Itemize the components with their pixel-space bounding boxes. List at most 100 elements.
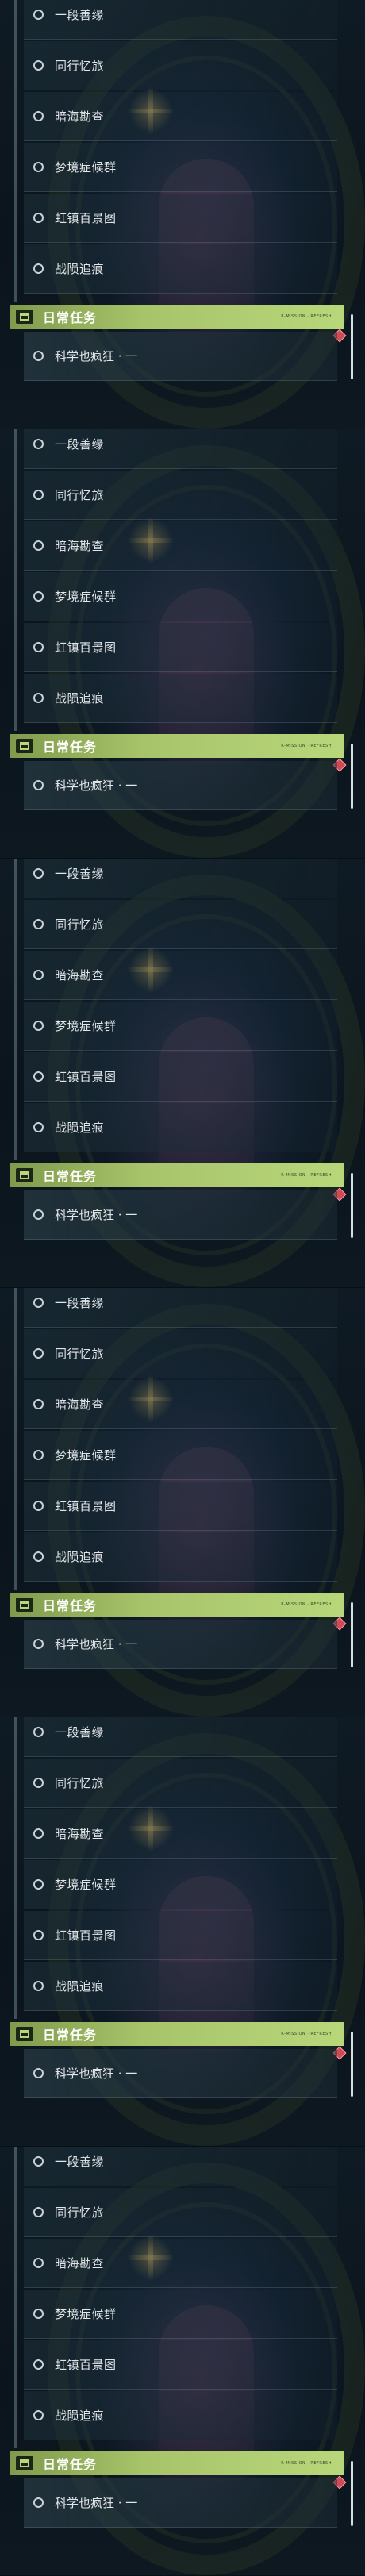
radio-circle-icon [33,2068,44,2078]
daily-tasks-header[interactable]: 日常任务 R-MISSION · REFRESH [10,305,344,329]
daily-tasks-header[interactable]: 日常任务 R-MISSION · REFRESH [10,734,344,758]
quest-item[interactable]: 同行忆旅 [24,41,337,90]
radio-circle-icon [33,351,44,361]
quest-item[interactable]: 梦境症候群 [24,143,337,192]
scrollbar[interactable] [351,314,353,379]
radio-circle-icon [33,1639,44,1649]
quest-item[interactable]: 梦境症候群 [24,2290,337,2339]
scrollbar[interactable] [351,2461,353,2526]
daily-task-label: 科学也疯狂 · 一 [55,349,138,363]
quest-item[interactable]: 虹镇百景图 [24,1482,337,1531]
quest-item-label: 同行忆旅 [55,1347,105,1361]
radio-circle-icon [33,642,44,652]
daily-tasks-header[interactable]: 日常任务 R-MISSION · REFRESH [10,1163,344,1187]
quest-item-label: 同行忆旅 [55,1776,105,1790]
quest-item[interactable]: 战陨追痕 [24,1103,337,1152]
quest-item[interactable]: 同行忆旅 [24,900,337,949]
daily-tasks-header[interactable]: 日常任务 R-MISSION · REFRESH [10,1593,344,1617]
radio-circle-icon [33,60,44,71]
quest-item-label: 一段善缘 [55,8,105,22]
quest-item[interactable]: 一段善缘 [24,429,337,469]
daily-task-label: 科学也疯狂 · 一 [55,2496,138,2510]
radio-circle-icon [33,868,44,879]
scrollbar[interactable] [351,744,353,809]
scrollbar[interactable] [351,1173,353,1238]
daily-tasks-header[interactable]: 日常任务 R-MISSION · REFRESH [10,2022,344,2046]
quest-item-label: 虹镇百景图 [55,1928,117,1943]
daily-tasks-meta: R-MISSION · REFRESH [281,1173,332,1178]
quest-panel: 一段善缘同行忆旅暗海勘查 梦境症候群 虹镇百景图战陨追痕日常任务 R-MISSION … [0,2147,365,2576]
radio-circle-icon [33,1501,44,1511]
calendar-icon [16,739,33,753]
quest-item-label: 战陨追痕 [55,1550,105,1564]
quest-item[interactable]: 梦境症候群 [24,572,337,621]
quest-panel: 一段善缘同行忆旅暗海勘查 梦境症候群 虹镇百景图战陨追痕日常任务 R-MISSION … [0,1288,365,1717]
daily-task-item[interactable]: 科学也疯狂 · 一 [24,332,337,381]
quest-item-label: 同行忆旅 [55,2205,105,2220]
quest-item[interactable]: 虹镇百景图 [24,1052,337,1102]
quest-item[interactable]: 虹镇百景图 [24,1911,337,1960]
daily-task-item[interactable]: 科学也疯狂 · 一 [24,761,337,810]
radio-circle-icon [33,1450,44,1460]
daily-task-item[interactable]: 科学也疯狂 · 一 [24,2049,337,2098]
calendar-icon [16,2456,33,2470]
quest-item[interactable]: 同行忆旅 [24,471,337,520]
quest-item-label: 战陨追痕 [55,2409,105,2423]
list-side-rail [14,859,17,1160]
radio-circle-icon [33,1399,44,1409]
radio-circle-icon [33,2258,44,2268]
daily-task-item[interactable]: 科学也疯狂 · 一 [24,1620,337,1669]
quest-item[interactable]: 暗海勘查 [24,92,337,141]
quest-item[interactable]: 同行忆旅 [24,1329,337,1378]
quest-item[interactable]: 一段善缘 [24,859,337,898]
quest-item[interactable]: 一段善缘 [24,1717,337,1757]
quest-item[interactable]: 虹镇百景图 [24,623,337,672]
quest-item[interactable]: 暗海勘查 [24,1380,337,1429]
daily-tasks-title: 日常任务 [43,1169,98,1184]
quest-item[interactable]: 同行忆旅 [24,2188,337,2237]
quest-item[interactable]: 一段善缘 [24,2147,337,2186]
daily-task-label: 科学也疯狂 · 一 [55,1208,138,1222]
quest-item[interactable]: 战陨追痕 [24,674,337,723]
list-side-rail [14,0,17,302]
daily-task-item[interactable]: 科学也疯狂 · 一 [24,1190,337,1240]
quest-item[interactable]: 暗海勘查 [24,521,337,571]
quest-item[interactable]: 梦境症候群 [24,1860,337,1909]
quest-item[interactable]: 战陨追痕 [24,244,337,294]
quest-item[interactable]: 一段善缘 [24,0,337,40]
daily-tasks-header[interactable]: 日常任务 R-MISSION · REFRESH [10,2451,344,2475]
quest-item[interactable]: 暗海勘查 [24,1809,337,1859]
scrollbar[interactable] [351,1602,353,1667]
quest-item[interactable]: 虹镇百景图 [24,2340,337,2390]
quest-item[interactable]: 梦境症候群 [24,1431,337,1480]
quest-item-label: 梦境症候群 [55,160,117,175]
quest-item[interactable]: 战陨追痕 [24,1532,337,1582]
quest-item[interactable]: 一段善缘 [24,1288,337,1328]
quest-item-label: 同行忆旅 [55,917,105,932]
quest-item-label: 虹镇百景图 [55,1070,117,1084]
quest-item[interactable]: 暗海勘查 [24,2239,337,2288]
quest-item[interactable]: 虹镇百景图 [24,194,337,243]
radio-circle-icon [33,10,44,20]
radio-circle-icon [33,540,44,551]
quest-item-label: 一段善缘 [55,867,105,881]
quest-item-label: 同行忆旅 [55,488,105,502]
radio-circle-icon [33,2359,44,2370]
quest-item-label: 梦境症候群 [55,590,117,604]
daily-task-label: 科学也疯狂 · 一 [55,1637,138,1651]
quest-item[interactable]: 同行忆旅 [24,1759,337,1808]
radio-circle-icon [33,439,44,449]
daily-tasks-meta: R-MISSION · REFRESH [281,2032,332,2036]
quest-item[interactable]: 暗海勘查 [24,951,337,1000]
quest-item-label: 一段善缘 [55,437,105,452]
scrollbar[interactable] [351,2032,353,2097]
daily-tasks-title: 日常任务 [43,2457,98,2472]
quest-item-label: 一段善缘 [55,1725,105,1740]
quest-list-screens: 一段善缘 同行忆旅 暗海勘查 梦境症候群 虹镇百景图 战陨追痕 日常任务 R-MISSION … [0,0,365,2576]
quest-item[interactable]: 梦境症候群 [24,1002,337,1051]
quest-item[interactable]: 战陨追痕 [24,1962,337,2011]
daily-task-item[interactable]: 科学也疯狂 · 一 [24,2478,337,2528]
quest-item[interactable]: 战陨追痕 [24,2391,337,2440]
quest-item-label: 虹镇百景图 [55,640,117,655]
quest-item-label: 梦境症候群 [55,1019,117,1033]
